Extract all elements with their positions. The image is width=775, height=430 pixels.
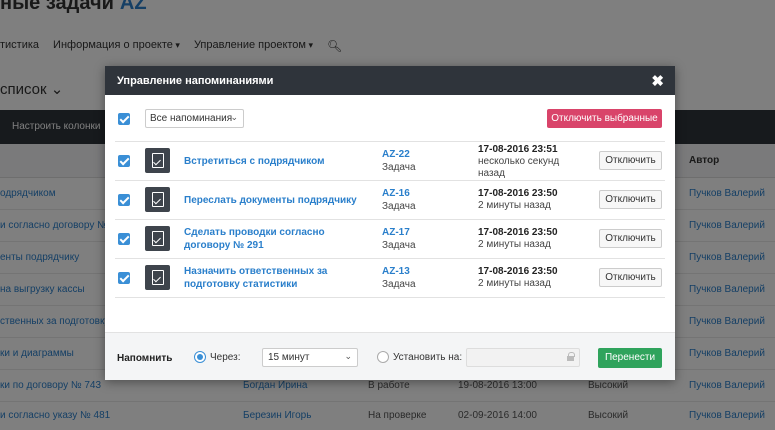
disable-reminder-button[interactable]: Отключить [599,190,662,209]
remind-label: Напомнить [117,353,173,364]
lock-icon [567,352,575,361]
reminder-task-link[interactable]: Назначить ответственных за подготовку ст… [184,265,372,291]
reminder-checkbox[interactable] [118,233,130,245]
reminder-task-code[interactable]: AZ-13 [382,266,410,277]
reminder-task-type: Задача [382,279,416,290]
remind-interval-select[interactable]: 15 минут ⌄ [262,348,358,367]
reminder-row: Встретиться с подрядчиком AZ-22 Задача 1… [115,142,665,181]
remind-interval-value: 15 минут [268,352,310,363]
remind-after-radio[interactable] [194,351,206,363]
reminder-task-type: Задача [382,201,416,212]
reminder-date: 17-08-2016 23:50 [478,188,558,199]
disable-reminder-button[interactable]: Отключить [599,268,662,287]
reminder-row: Переслать документы подрядчику AZ-16 Зад… [115,181,665,220]
remind-at-radio[interactable] [377,351,389,363]
remind-datetime-input[interactable] [466,348,580,367]
chevron-down-icon: ⌄ [230,112,238,122]
reminder-checkbox[interactable] [118,155,130,167]
task-clipboard-icon [145,265,170,290]
reminder-task-type: Задача [382,162,416,173]
reminder-checkbox[interactable] [118,194,130,206]
reminder-time: 17-08-2016 23:51 несколько секунд назад [478,144,570,180]
reminder-checkbox[interactable] [118,272,130,284]
task-clipboard-icon [145,148,170,173]
reminders-modal: Управление напоминаниями ✖ Все напоминан… [105,66,675,380]
reminder-relative-time: 2 минуты назад [478,239,551,250]
disable-reminder-button[interactable]: Отключить [599,151,662,170]
select-all-checkbox[interactable] [118,113,130,125]
reminder-task-code[interactable]: AZ-17 [382,227,410,238]
reminder-filter-value: Все напоминания [150,113,233,124]
reminder-row: Назначить ответственных за подготовку ст… [115,259,665,298]
reminder-time: 17-08-2016 23:50 2 минуты назад [478,188,570,212]
reminder-task-type: Задача [382,240,416,251]
reminder-date: 17-08-2016 23:51 [478,144,558,155]
reminder-relative-time: 2 минуты назад [478,200,551,211]
reminder-relative-time: несколько секунд назад [478,156,560,179]
disable-reminder-button[interactable]: Отключить [599,229,662,248]
disable-selected-button[interactable]: Отключить выбранные [547,109,662,128]
remind-after-label[interactable]: Через: [210,352,241,363]
chevron-down-icon: ⌄ [344,351,352,361]
reminder-relative-time: 2 минуты назад [478,278,551,289]
reminder-task-link[interactable]: Встретиться с подрядчиком [184,155,372,168]
modal-header: Управление напоминаниями ✖ [105,66,675,95]
reminder-row: Сделать проводки согласно договору № 291… [115,220,665,259]
reminder-time: 17-08-2016 23:50 2 минуты назад [478,266,570,290]
reminder-filter-select[interactable]: Все напоминания ⌄ [145,109,244,128]
remind-at-label[interactable]: Установить на: [393,352,462,363]
reminder-task-code[interactable]: AZ-22 [382,149,410,160]
close-icon[interactable]: ✖ [651,72,664,90]
reminder-task-code[interactable]: AZ-16 [382,188,410,199]
task-clipboard-icon [145,187,170,212]
reminder-task-link[interactable]: Сделать проводки согласно договору № 291 [184,226,372,252]
reminder-date: 17-08-2016 23:50 [478,227,558,238]
reminder-date: 17-08-2016 23:50 [478,266,558,277]
modal-title: Управление напоминаниями [117,75,274,87]
modal-footer: Напомнить Через: 15 минут ⌄ Установить н… [105,332,675,380]
task-clipboard-icon [145,226,170,251]
postpone-button[interactable]: Перенести [598,348,662,368]
reminder-time: 17-08-2016 23:50 2 минуты назад [478,227,570,251]
reminder-task-link[interactable]: Переслать документы подрядчику [184,194,372,207]
reminder-list: Встретиться с подрядчиком AZ-22 Задача 1… [115,141,665,298]
